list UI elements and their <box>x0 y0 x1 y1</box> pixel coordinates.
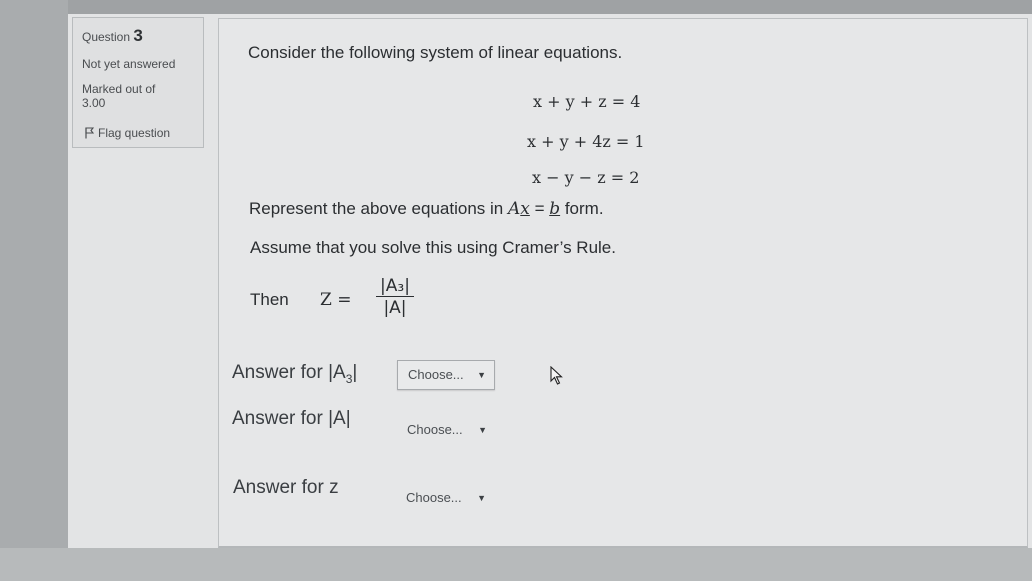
fraction-bar <box>376 296 414 297</box>
dropdown-arrow-icon: ▼ <box>477 493 486 503</box>
question-grade: Marked out of 3.00 <box>82 82 192 110</box>
answer-label-a3: Answer for |A3| <box>232 362 357 386</box>
represent-suffix: form. <box>560 199 604 218</box>
answer-select-z[interactable]: Choose... ▼ <box>396 484 494 514</box>
cramer-fraction: |A₃| |A| <box>374 276 416 318</box>
represent-instruction: Represent the above equations in Ax = b … <box>249 199 604 219</box>
answer-select-z-value: Choose... <box>406 490 462 505</box>
flag-icon <box>85 127 95 139</box>
question-number: Question 3 <box>82 26 143 46</box>
question-prefix: Question <box>82 30 131 44</box>
fraction-denominator: |A| <box>383 298 407 318</box>
answer-select-a3-value: Choose... <box>408 367 464 382</box>
dropdown-arrow-icon: ▼ <box>477 370 486 380</box>
cramers-rule-note: Assume that you solve this using Cramer’… <box>250 238 616 257</box>
flag-question-link[interactable]: Flag question <box>85 126 170 140</box>
equation-1: x + y + z = 4 <box>533 92 641 111</box>
answer-select-a[interactable]: Choose... ▼ <box>397 416 495 446</box>
vector-x-symbol: x <box>520 199 530 219</box>
question-number-value: 3 <box>133 26 143 45</box>
marked-out-of-value: 3.00 <box>82 96 106 110</box>
z-variable: Z = <box>320 290 352 310</box>
question-info-panel: Question 3 Not yet answered Marked out o… <box>72 17 204 148</box>
vector-b-symbol: b <box>549 199 561 219</box>
equation-3: x − y − z = 2 <box>532 168 640 187</box>
fraction-numerator: |A₃| <box>380 276 410 296</box>
question-state: Not yet answered <box>82 57 176 71</box>
flag-question-label: Flag question <box>98 126 171 140</box>
mouse-pointer-icon <box>550 365 564 391</box>
answer-select-a3[interactable]: Choose... ▼ <box>397 360 495 390</box>
answer-label-a: Answer for |A| <box>232 408 351 429</box>
then-label: Then <box>250 290 289 309</box>
dropdown-arrow-icon: ▼ <box>478 425 487 435</box>
equation-2: x + y + 4z = 1 <box>527 132 645 151</box>
matrix-a-symbol: A <box>507 199 521 219</box>
question-intro: Consider the following system of linear … <box>248 43 623 62</box>
screen-left-edge <box>0 0 68 581</box>
answer-label-a3-end: | <box>352 362 358 383</box>
represent-prefix: Represent the above equations in <box>249 199 508 218</box>
screen-bottom-edge <box>0 548 1032 581</box>
marked-out-of-label: Marked out of <box>82 82 156 96</box>
answer-label-z: Answer for z <box>233 477 339 498</box>
answer-label-a3-main: Answer for |A <box>232 362 346 383</box>
answer-select-a-value: Choose... <box>407 422 463 437</box>
equals-symbol: = <box>529 199 550 218</box>
